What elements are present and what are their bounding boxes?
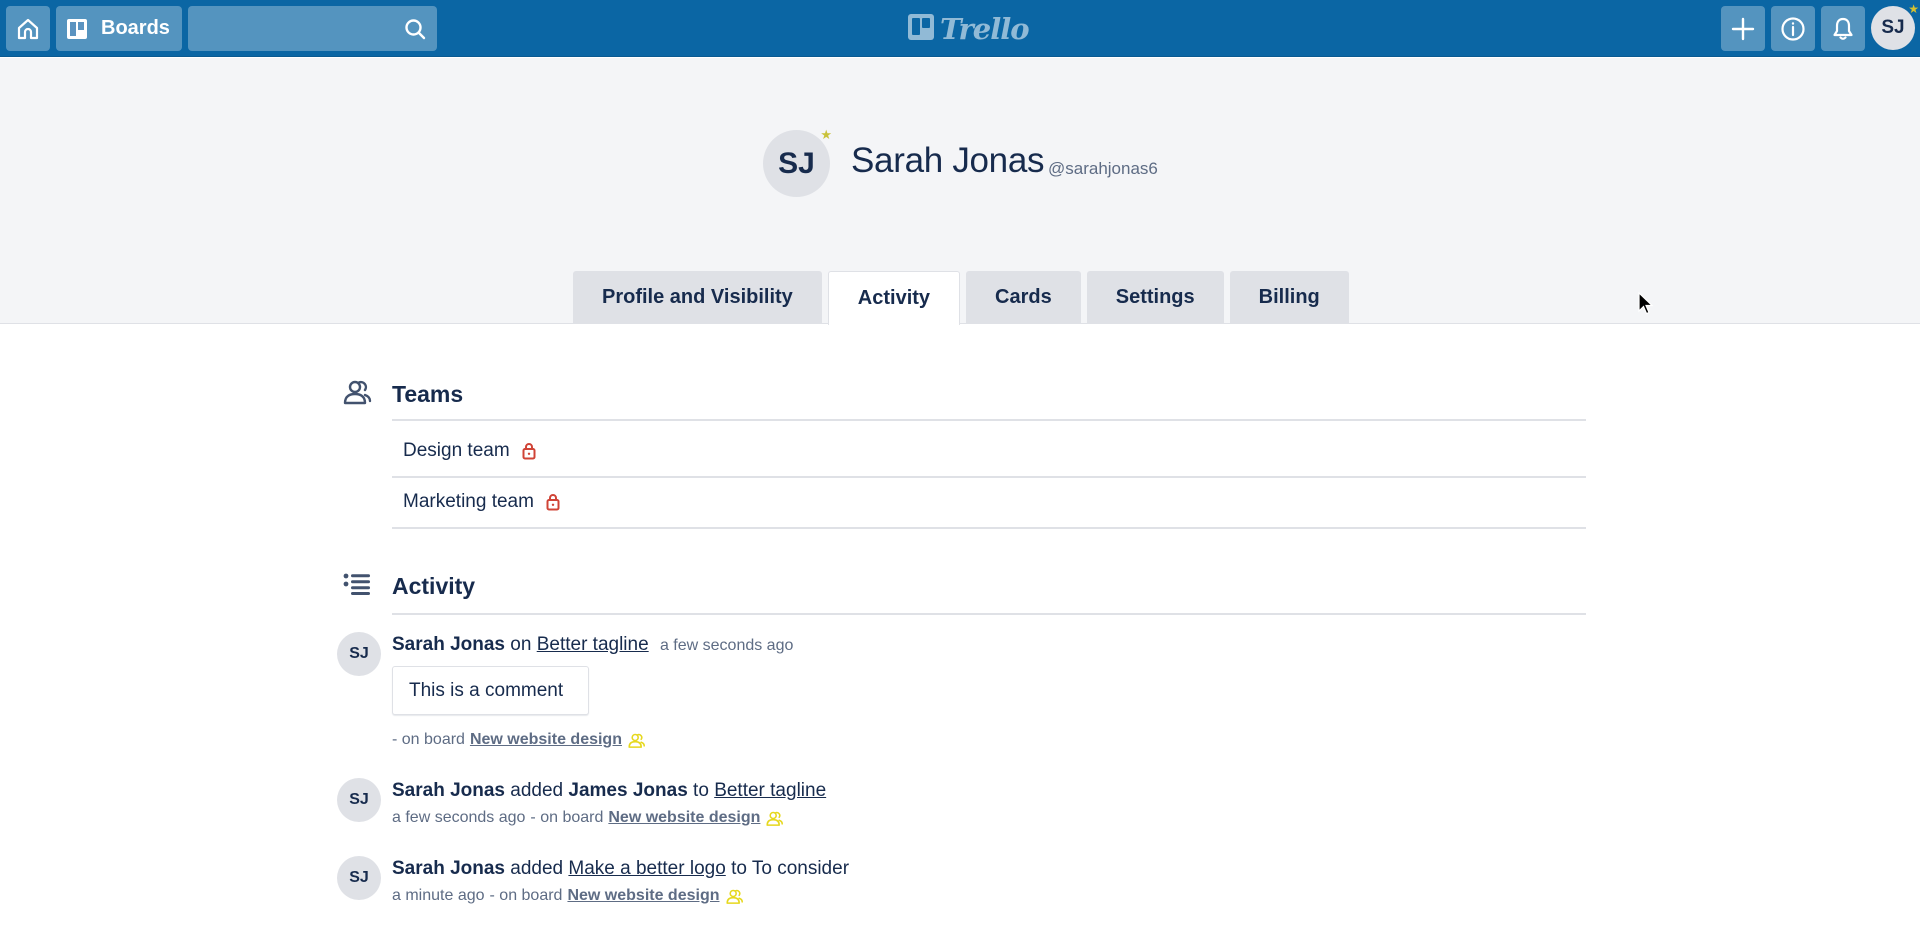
team-item-marketing-team[interactable]: Marketing team — [403, 491, 560, 513]
meta-prefix: - on board — [392, 731, 465, 748]
notifications-button[interactable] — [1821, 6, 1865, 51]
activity-avatar[interactable]: SJ — [337, 632, 381, 676]
profile-name: Sarah Jonas — [851, 141, 1045, 180]
avatar-initials: SJ — [349, 791, 369, 808]
activity-avatar[interactable]: SJ — [337, 778, 381, 822]
team-item-design-team[interactable]: Design team — [403, 440, 536, 462]
actor-name: Sarah Jonas — [392, 858, 505, 879]
list-icon — [343, 573, 371, 600]
teams-icon — [343, 378, 373, 411]
list-name: To consider — [751, 858, 850, 879]
tab-activity[interactable]: Activity — [827, 271, 961, 325]
activity-verb: on — [510, 634, 532, 655]
boards-icon — [67, 18, 87, 39]
meta-prefix: - on board — [489, 887, 563, 904]
activity-meta: a few seconds ago - on board New website… — [392, 809, 784, 827]
activity-prep: to — [731, 858, 747, 879]
board-link[interactable]: New website design — [608, 809, 760, 827]
team-board-icon — [766, 810, 784, 827]
profile-tabs: Profile and Visibility Activity Cards Se… — [573, 271, 1355, 325]
member-menu-avatar[interactable]: SJ ★ — [1871, 2, 1919, 50]
member-name: James Jonas — [568, 780, 688, 801]
activity-verb: added — [510, 858, 564, 879]
card-link[interactable]: Make a better logo — [568, 858, 725, 879]
tab-billing[interactable]: Billing — [1229, 271, 1349, 324]
tab-settings[interactable]: Settings — [1086, 271, 1224, 324]
team-board-icon — [628, 732, 646, 749]
actor-name: Sarah Jonas — [392, 634, 505, 655]
lock-icon — [546, 493, 560, 511]
avatar-initials: SJ — [349, 645, 369, 662]
top-nav-bar: Boards Trello SJ ★ — [0, 0, 1920, 57]
profile-avatar[interactable]: SJ ★ — [763, 127, 832, 197]
divider — [392, 419, 1586, 421]
home-icon — [16, 17, 40, 41]
info-button[interactable] — [1771, 6, 1815, 51]
trello-logo[interactable]: Trello — [908, 12, 1030, 46]
comment-text: This is a comment — [392, 666, 589, 715]
avatar-initials: SJ — [349, 869, 369, 886]
activity-item-3: Sarah Jonas added Make a better logo to … — [392, 858, 849, 880]
activity-time[interactable]: a few seconds ago — [660, 637, 793, 654]
activity-time[interactable]: a minute ago — [392, 887, 485, 905]
activity-verb: added — [510, 780, 564, 801]
teams-section-header: Teams — [343, 378, 463, 411]
divider — [392, 527, 1586, 529]
activity-section-header: Activity — [343, 573, 475, 600]
profile-header: SJ ★ Sarah Jonas @sarahjonas6 Profile an… — [0, 58, 1920, 325]
plus-icon — [1731, 17, 1755, 41]
star-icon: ★ — [820, 127, 832, 142]
trello-logo-icon — [908, 13, 934, 45]
trello-logo-text: Trello — [940, 12, 1030, 46]
create-button[interactable] — [1721, 6, 1765, 51]
activity-item-1: Sarah Jonas on Better tagline a few seco… — [392, 634, 793, 656]
activity-prep: to — [693, 780, 709, 801]
board-link[interactable]: New website design — [567, 887, 719, 905]
teams-title: Teams — [392, 381, 464, 407]
meta-prefix: - on board — [530, 809, 604, 826]
divider — [392, 476, 1586, 478]
info-icon — [1780, 16, 1806, 42]
tab-profile-and-visibility[interactable]: Profile and Visibility — [573, 271, 822, 324]
team-name: Design team — [403, 440, 510, 461]
lock-icon — [522, 442, 536, 460]
divider — [392, 613, 1586, 615]
card-link[interactable]: Better tagline — [537, 634, 649, 655]
mouse-cursor-icon — [1638, 291, 1654, 321]
card-link[interactable]: Better tagline — [714, 780, 826, 801]
board-link[interactable]: New website design — [470, 731, 622, 749]
avatar-initials: SJ — [1881, 17, 1905, 38]
activity-item-2: Sarah Jonas added James Jonas to Better … — [392, 780, 826, 802]
activity-meta: a minute ago - on board New website desi… — [392, 887, 744, 905]
activity-time[interactable]: a few seconds ago — [392, 809, 525, 827]
boards-label: Boards — [101, 17, 170, 39]
activity-avatar[interactable]: SJ — [337, 856, 381, 900]
comment-body: This is a comment — [409, 679, 564, 701]
activity-meta: - on board New website design — [392, 731, 646, 749]
bell-icon — [1832, 17, 1854, 41]
activity-title: Activity — [392, 573, 476, 599]
search-input[interactable] — [188, 6, 437, 51]
boards-button[interactable]: Boards — [56, 6, 182, 51]
star-icon: ★ — [1908, 2, 1919, 16]
actor-name: Sarah Jonas — [392, 780, 505, 801]
profile-initials: SJ — [778, 146, 815, 180]
team-board-icon — [725, 888, 744, 905]
home-button[interactable] — [6, 6, 50, 51]
profile-username: @sarahjonas6 — [1048, 159, 1158, 178]
team-name: Marketing team — [403, 491, 534, 512]
search-box[interactable] — [188, 6, 437, 51]
tab-cards[interactable]: Cards — [966, 271, 1081, 324]
search-icon[interactable] — [403, 17, 427, 46]
